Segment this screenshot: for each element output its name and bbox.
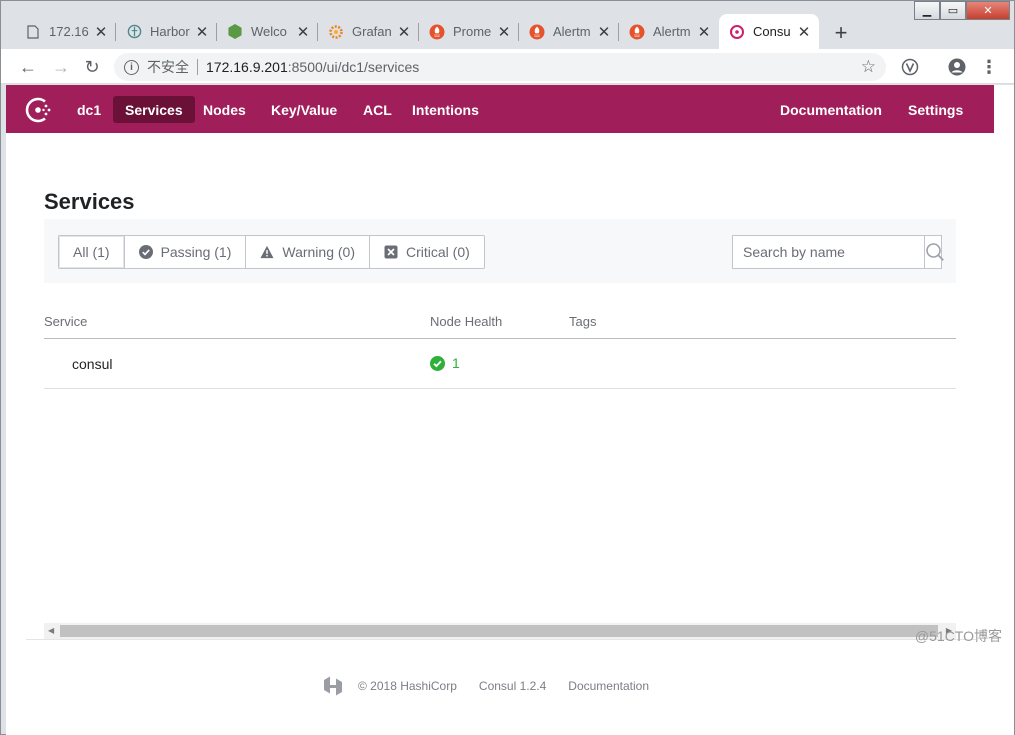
filter-warning[interactable]: Warning (0)	[246, 236, 370, 268]
passing-check-icon	[430, 355, 445, 371]
header-service[interactable]: Service	[44, 314, 87, 329]
header-tags[interactable]: Tags	[569, 314, 596, 329]
filter-critical[interactable]: Critical (0)	[370, 236, 484, 268]
address-bar[interactable]: i 不安全 172.16.9.201 :8500/ui/dc1/services…	[114, 53, 886, 81]
scrollbar-thumb[interactable]	[60, 625, 938, 637]
forward-arrow-icon[interactable]: →	[48, 54, 74, 80]
footer: © 2018 HashiCorp Consul 1.2.4 Documentat…	[322, 675, 671, 697]
browser-toolbar: ← → ↻ i 不安全 172.16.9.201 :8500/ui/dc1/se…	[1, 49, 1014, 84]
consul-logo-icon[interactable]	[24, 95, 54, 125]
service-name-link[interactable]: consul	[72, 356, 112, 372]
nav-nodes[interactable]: Nodes	[191, 96, 258, 123]
filter-all[interactable]: All (1)	[59, 236, 125, 268]
nav-settings[interactable]: Settings	[896, 96, 975, 123]
back-arrow-icon[interactable]: ←	[15, 54, 41, 80]
tab-1[interactable]: 172.16 ✕	[15, 14, 116, 49]
watermark: @51CTO博客	[914, 628, 1002, 644]
reload-icon[interactable]: ↻	[79, 54, 105, 80]
tab-5[interactable]: Prome ✕	[419, 14, 519, 49]
tab-7[interactable]: Alertm ✕	[619, 14, 719, 49]
new-tab-button[interactable]: +	[827, 19, 855, 47]
filter-bar: All (1) Passing (1) Warning (0) Critical…	[44, 219, 956, 283]
critical-x-icon	[384, 245, 398, 259]
nav-acl[interactable]: ACL	[351, 96, 404, 123]
node-icon	[227, 24, 243, 40]
prometheus-icon	[529, 24, 545, 40]
tab-consul[interactable]: Consu ✕	[719, 14, 819, 49]
footer-copyright: © 2018 HashiCorp	[358, 679, 457, 693]
maximize-button[interactable]: ▭	[940, 1, 966, 20]
footer-documentation-link[interactable]: Documentation	[568, 679, 649, 693]
menu-kebab-icon[interactable]: ⋮	[978, 56, 1000, 78]
datacenter-selector[interactable]: dc1	[65, 96, 113, 123]
tab-2[interactable]: Harbor ✕	[116, 14, 217, 49]
info-icon[interactable]: i	[124, 59, 139, 75]
close-tab-icon[interactable]: ✕	[497, 23, 511, 41]
close-tab-icon[interactable]: ✕	[797, 23, 811, 41]
nav-intentions[interactable]: Intentions	[400, 96, 491, 123]
page-icon	[25, 24, 41, 40]
horizontal-scrollbar[interactable]: ◀ ▶	[44, 623, 956, 639]
profile-avatar-icon[interactable]	[946, 56, 968, 78]
bookmark-star-icon[interactable]: ☆	[861, 57, 876, 77]
footer-version: Consul 1.2.4	[478, 679, 547, 693]
passing-check-icon	[138, 245, 153, 259]
filter-passing[interactable]: Passing (1)	[125, 236, 247, 268]
tab-3[interactable]: Welco ✕	[217, 14, 318, 49]
services-table: Service Node Health Tags consul 1	[44, 311, 956, 389]
nav-documentation[interactable]: Documentation	[768, 96, 894, 123]
close-tab-icon[interactable]: ✕	[697, 23, 711, 41]
close-tab-icon[interactable]: ✕	[94, 23, 108, 41]
table-row[interactable]: consul 1	[44, 339, 956, 389]
nav-services[interactable]: Services	[113, 96, 195, 123]
prometheus-icon	[429, 24, 445, 40]
search-icon	[926, 243, 944, 261]
security-label: 不安全	[147, 59, 189, 75]
search-box	[732, 235, 945, 269]
page-viewport: dc1 Services Nodes Key/Value ACL Intenti…	[6, 85, 994, 735]
health-filter-group: All (1) Passing (1) Warning (0) Critical…	[58, 235, 485, 269]
extension-icon[interactable]	[899, 56, 921, 78]
url-path: :8500/ui/dc1/services	[287, 59, 420, 75]
close-tab-icon[interactable]: ✕	[597, 23, 611, 41]
tab-4[interactable]: Grafan ✕	[318, 14, 419, 49]
grafana-icon	[328, 24, 344, 40]
search-button[interactable]	[924, 236, 945, 268]
close-window-button[interactable]: ✕	[966, 1, 1010, 20]
consul-header: dc1 Services Nodes Key/Value ACL Intenti…	[6, 85, 994, 133]
tab-strip: 172.16 ✕ Harbor ✕ Welco ✕ Grafan ✕ Prome…	[1, 1, 1014, 49]
browser-window: 172.16 ✕ Harbor ✕ Welco ✕ Grafan ✕ Prome…	[0, 0, 1015, 735]
scroll-left-icon[interactable]: ◀	[48, 626, 54, 635]
header-node-health[interactable]: Node Health	[430, 314, 502, 329]
url-host: 172.16.9.201	[206, 59, 288, 75]
prometheus-icon	[629, 24, 645, 40]
consul-icon	[729, 24, 745, 40]
node-health-passing: 1	[430, 355, 460, 371]
hashicorp-logo-icon	[324, 676, 342, 696]
page-title: Services	[44, 189, 135, 214]
close-tab-icon[interactable]: ✕	[296, 23, 310, 41]
tab-6[interactable]: Alertm ✕	[519, 14, 619, 49]
harbor-icon	[126, 24, 142, 40]
minimize-button[interactable]: ▁	[914, 1, 940, 20]
table-header: Service Node Health Tags	[44, 311, 956, 339]
close-tab-icon[interactable]: ✕	[195, 23, 209, 41]
nav-key-value[interactable]: Key/Value	[259, 96, 349, 123]
window-controls: ▁ ▭ ✕	[914, 1, 1010, 20]
warning-triangle-icon	[260, 245, 274, 259]
close-tab-icon[interactable]: ✕	[397, 23, 411, 41]
search-input[interactable]	[733, 236, 924, 268]
